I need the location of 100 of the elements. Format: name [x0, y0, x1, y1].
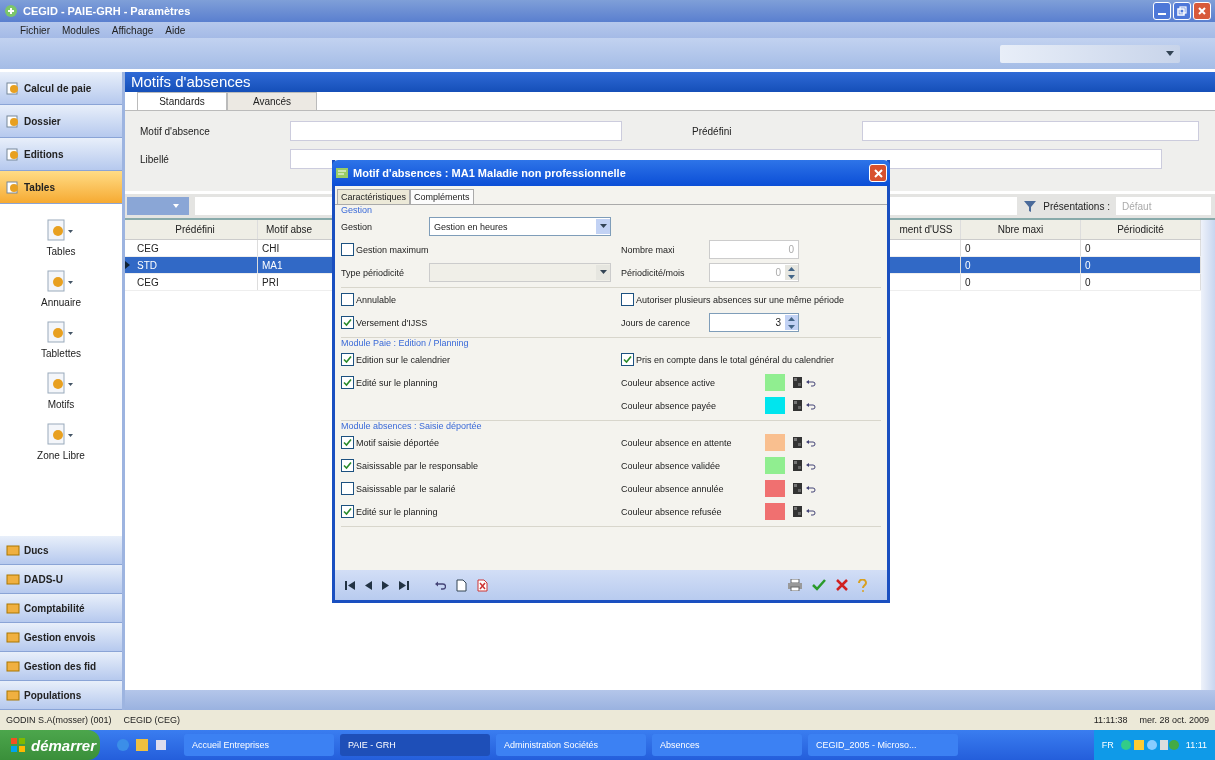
status-user: GODIN S.A(mosser) (001) [6, 715, 112, 725]
sidebar-item[interactable]: Dossier [0, 105, 122, 138]
sidebar-tool[interactable]: Tables [46, 218, 76, 257]
first-record-icon[interactable] [345, 580, 355, 590]
new-document-icon[interactable] [456, 578, 467, 592]
sidebar-item[interactable]: Comptabilité [0, 594, 122, 623]
print-icon[interactable] [788, 579, 802, 591]
checkbox-label: Motif saisie déportée [356, 437, 440, 448]
undo-icon[interactable] [806, 401, 816, 410]
tab[interactable]: Avancés [227, 92, 317, 110]
filter-icon[interactable] [1023, 199, 1038, 213]
checkbox-label: Saisissable par le salarié [356, 483, 456, 494]
undo-icon[interactable] [806, 438, 816, 447]
field-label: Nombre maxi [621, 244, 676, 255]
checkbox[interactable] [341, 482, 354, 495]
color-swatch[interactable] [765, 480, 785, 497]
undo-icon[interactable] [806, 461, 816, 470]
sidebar-tool[interactable]: Motifs [47, 371, 75, 410]
caret-icon [599, 270, 607, 275]
menu-item[interactable]: Modules [62, 24, 100, 36]
undo-icon[interactable] [435, 580, 446, 590]
column-header[interactable]: ment d'USS [892, 220, 961, 239]
color-swatch[interactable] [765, 374, 785, 391]
menu-item[interactable]: Fichier [20, 24, 50, 36]
quick-launch-icon[interactable] [135, 738, 149, 752]
sidebar-tool[interactable]: Annuaire [41, 269, 81, 308]
minimize-button[interactable] [1153, 2, 1171, 20]
column-header[interactable]: Nbre maxi [961, 220, 1081, 239]
taskbar-button[interactable]: Administration Sociétés [496, 734, 646, 756]
sidebar-item[interactable]: Gestion envois [0, 623, 122, 652]
checkbox[interactable] [341, 436, 354, 449]
color-swatch[interactable] [765, 397, 785, 414]
dropdown[interactable]: Gestion en heures [429, 217, 611, 236]
last-record-icon[interactable] [399, 580, 409, 590]
checkbox-label: Gestion maximum [356, 244, 429, 255]
delete-document-icon[interactable] [477, 578, 488, 592]
close-button[interactable] [869, 164, 887, 182]
sidebar-tool[interactable]: Tablettes [41, 320, 81, 359]
checkbox[interactable] [341, 353, 354, 366]
table-cell: 0 [1085, 242, 1091, 254]
taskbar-button[interactable]: Absences [652, 734, 802, 756]
menu-item[interactable]: Affichage [111, 24, 154, 36]
dialog-title: Motif d'absences : MA1 Maladie non professionnelle [353, 167, 626, 179]
document-icon [47, 422, 75, 446]
checkbox[interactable] [341, 243, 354, 256]
taskbar-button[interactable]: CEGID_2005 - Microso... [808, 734, 958, 756]
menu-item[interactable]: Aide [165, 24, 186, 36]
taskbar-button[interactable]: Accueil Entreprises [184, 734, 334, 756]
next-record-icon[interactable] [382, 580, 389, 590]
motif-field[interactable] [290, 121, 622, 141]
taskbar-button[interactable]: PAIE - GRH [340, 734, 490, 756]
color-swatch[interactable] [765, 503, 785, 520]
undo-icon[interactable] [806, 507, 816, 516]
start-button[interactable]: démarrer [0, 730, 100, 760]
sidebar-item[interactable]: Calcul de paie [0, 72, 122, 105]
status-time: 11:11:38 [1093, 715, 1128, 725]
previous-record-icon[interactable] [365, 580, 372, 590]
page-title: Motifs d'absences [125, 72, 1215, 92]
cancel-icon[interactable] [836, 579, 848, 591]
checkbox[interactable] [341, 293, 354, 306]
close-button[interactable] [1193, 2, 1211, 20]
checkbox[interactable] [341, 316, 354, 329]
sidebar-item[interactable]: Editions [0, 138, 122, 171]
palette-icon[interactable] [793, 377, 802, 388]
spin-field[interactable]: 3 [709, 313, 799, 332]
checkbox[interactable] [621, 353, 634, 366]
predefini-field[interactable] [862, 121, 1199, 141]
palette-icon[interactable] [793, 460, 802, 471]
palette-icon[interactable] [793, 400, 802, 411]
validate-icon[interactable] [812, 579, 826, 591]
field-label: Couleur absence annulée [621, 483, 725, 494]
color-swatch[interactable] [765, 457, 785, 474]
checkbox-label: Annulable [356, 294, 397, 305]
sidebar-item[interactable]: DADS-U [0, 565, 122, 594]
checkbox[interactable] [341, 459, 354, 472]
tab[interactable]: Standards [137, 92, 227, 110]
quick-launch-icon[interactable] [154, 738, 168, 752]
undo-icon[interactable] [806, 378, 816, 387]
color-swatch[interactable] [765, 434, 785, 451]
column-header[interactable]: Prédéfini [133, 220, 258, 239]
palette-icon[interactable] [793, 506, 802, 517]
restore-button[interactable] [1173, 2, 1191, 20]
palette-icon[interactable] [793, 437, 802, 448]
undo-icon[interactable] [806, 484, 816, 493]
palette-icon[interactable] [793, 483, 802, 494]
sidebar-item[interactable]: Ducs [0, 536, 122, 565]
sidebar-item[interactable]: Populations [0, 681, 122, 710]
sidebar-tool[interactable]: Zone Libre [37, 422, 85, 461]
checkbox[interactable] [341, 505, 354, 518]
sidebar-item[interactable]: Tables [0, 171, 122, 204]
tab[interactable]: Compléments [410, 189, 474, 204]
close-icon [873, 168, 883, 178]
scrollbar[interactable] [1201, 220, 1215, 690]
checkbox[interactable] [341, 376, 354, 389]
tab[interactable]: Caractéristiques [337, 189, 411, 204]
checkbox-label: Saisissable par le responsable [356, 460, 479, 471]
tray-icons-drawing [1119, 739, 1180, 751]
checkbox[interactable] [621, 293, 634, 306]
sidebar-item[interactable]: Gestion des fid [0, 652, 122, 681]
checkbox-label: Edité sur le planning [356, 506, 438, 517]
